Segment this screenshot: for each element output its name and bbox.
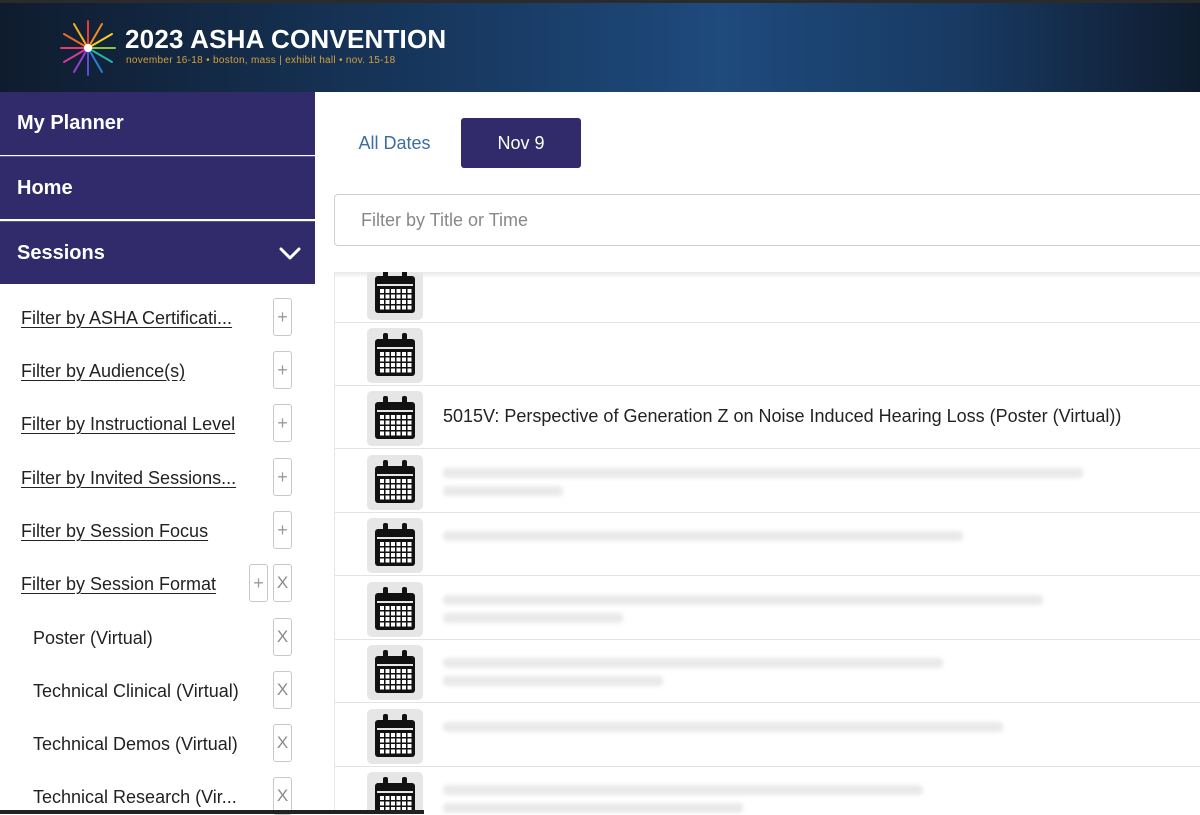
filter-row-audience: Filter by Audience(s) + (21, 351, 292, 391)
filter-row-session-format: Filter by Session Format + X (21, 564, 292, 604)
calendar-icon (375, 396, 415, 439)
calendar-icon (375, 460, 415, 503)
calendar-icon (375, 714, 415, 757)
session-row[interactable] (335, 767, 1200, 814)
expand-instructional-level-button[interactable]: + (273, 404, 292, 442)
selected-format-label: Technical Clinical (Virtual) (33, 681, 239, 701)
clear-session-format-button[interactable]: X (273, 564, 292, 602)
nav-my-planner[interactable]: My Planner (0, 92, 315, 155)
selected-format-item: Technical Research (Vir... X (21, 775, 292, 815)
filter-row-invited-sessions: Filter by Invited Sessions... + (21, 458, 292, 498)
obscured-text (443, 486, 563, 496)
calendar-icon (375, 333, 415, 376)
nav-sessions-label: Sessions (17, 241, 105, 264)
filter-instructional-level-link[interactable]: Filter by Instructional Level (21, 414, 235, 435)
expand-invited-sessions-button[interactable]: + (273, 458, 292, 496)
obscured-text (443, 613, 623, 623)
fireworks-logo-icon (60, 20, 116, 76)
tab-all-dates[interactable]: All Dates (341, 118, 448, 168)
expand-audience-button[interactable]: + (273, 351, 292, 389)
session-row[interactable] (335, 704, 1200, 767)
session-row[interactable]: 5015V: Perspective of Generation Z on No… (335, 386, 1200, 449)
expand-session-focus-button[interactable]: + (273, 511, 292, 549)
add-to-calendar-button[interactable] (367, 272, 423, 320)
add-to-calendar-button[interactable] (367, 709, 423, 764)
selected-format-item: Technical Demos (Virtual) X (21, 722, 292, 762)
convention-title: 2023 ASHA CONVENTION (125, 24, 447, 54)
session-row[interactable] (335, 323, 1200, 386)
session-title[interactable]: 5015V: Perspective of Generation Z on No… (443, 406, 1121, 427)
nav-sessions[interactable]: Sessions (0, 221, 315, 284)
obscured-text (443, 531, 963, 541)
convention-subtitle: november 16-18 • boston, mass | exhibit … (126, 55, 396, 66)
session-row[interactable] (335, 272, 1200, 323)
obscured-text (443, 658, 943, 668)
session-list: 5015V: Perspective of Generation Z on No… (334, 272, 1200, 814)
session-row[interactable] (335, 577, 1200, 640)
filter-row-certification: Filter by ASHA Certificati... + (21, 298, 292, 338)
obscured-text (443, 722, 1003, 732)
add-to-calendar-button[interactable] (367, 328, 423, 383)
selected-format-label: Technical Research (Vir... (33, 787, 237, 807)
filter-title-time-input[interactable] (334, 194, 1200, 246)
filter-session-focus-link[interactable]: Filter by Session Focus (21, 521, 208, 542)
filter-row-session-focus: Filter by Session Focus + (21, 511, 292, 551)
filter-invited-sessions-link[interactable]: Filter by Invited Sessions... (21, 468, 236, 489)
obscured-text (443, 803, 743, 813)
sidebar: My Planner Home Sessions Filter by ASHA … (0, 92, 315, 815)
calendar-icon (375, 272, 415, 313)
nav-home-label: Home (17, 176, 73, 199)
add-to-calendar-button[interactable] (367, 772, 423, 814)
session-row[interactable] (335, 513, 1200, 576)
session-row[interactable] (335, 450, 1200, 513)
remove-format-button[interactable]: X (273, 671, 292, 709)
header-top-strip (0, 0, 1200, 3)
calendar-icon (375, 777, 415, 814)
obscured-text (443, 785, 923, 795)
selected-format-label: Poster (Virtual) (33, 628, 153, 648)
obscured-text (443, 595, 1043, 605)
filter-session-format-link[interactable]: Filter by Session Format (21, 574, 216, 595)
add-to-calendar-button[interactable] (367, 391, 423, 446)
add-to-calendar-button[interactable] (367, 455, 423, 510)
add-to-calendar-button[interactable] (367, 645, 423, 700)
add-to-calendar-button[interactable] (367, 582, 423, 637)
nav-home[interactable]: Home (0, 156, 315, 219)
session-row[interactable] (335, 640, 1200, 703)
calendar-icon (375, 523, 415, 566)
calendar-icon (375, 650, 415, 693)
expand-session-format-button[interactable]: + (249, 564, 268, 602)
filter-audience-link[interactable]: Filter by Audience(s) (21, 361, 185, 382)
add-to-calendar-button[interactable] (367, 518, 423, 573)
obscured-text (443, 468, 1083, 478)
remove-format-button[interactable]: X (273, 618, 292, 656)
calendar-icon (375, 587, 415, 630)
remove-format-button[interactable]: X (273, 724, 292, 762)
expand-certification-button[interactable]: + (273, 298, 292, 336)
tab-nov-9[interactable]: Nov 9 (461, 118, 581, 168)
filter-row-instructional-level: Filter by Instructional Level + (21, 404, 292, 444)
nav-my-planner-label: My Planner (17, 112, 124, 134)
chevron-down-icon (279, 247, 301, 260)
selected-format-item: Poster (Virtual) X (21, 616, 292, 656)
selected-format-label: Technical Demos (Virtual) (33, 734, 238, 754)
filter-certification-link[interactable]: Filter by ASHA Certificati... (21, 308, 232, 329)
site-header: 2023 ASHA CONVENTION november 16-18 • bo… (0, 0, 1200, 92)
selected-format-item: Technical Clinical (Virtual) X (21, 669, 292, 709)
obscured-text (443, 676, 663, 686)
bottom-scrollbar[interactable] (0, 810, 424, 814)
